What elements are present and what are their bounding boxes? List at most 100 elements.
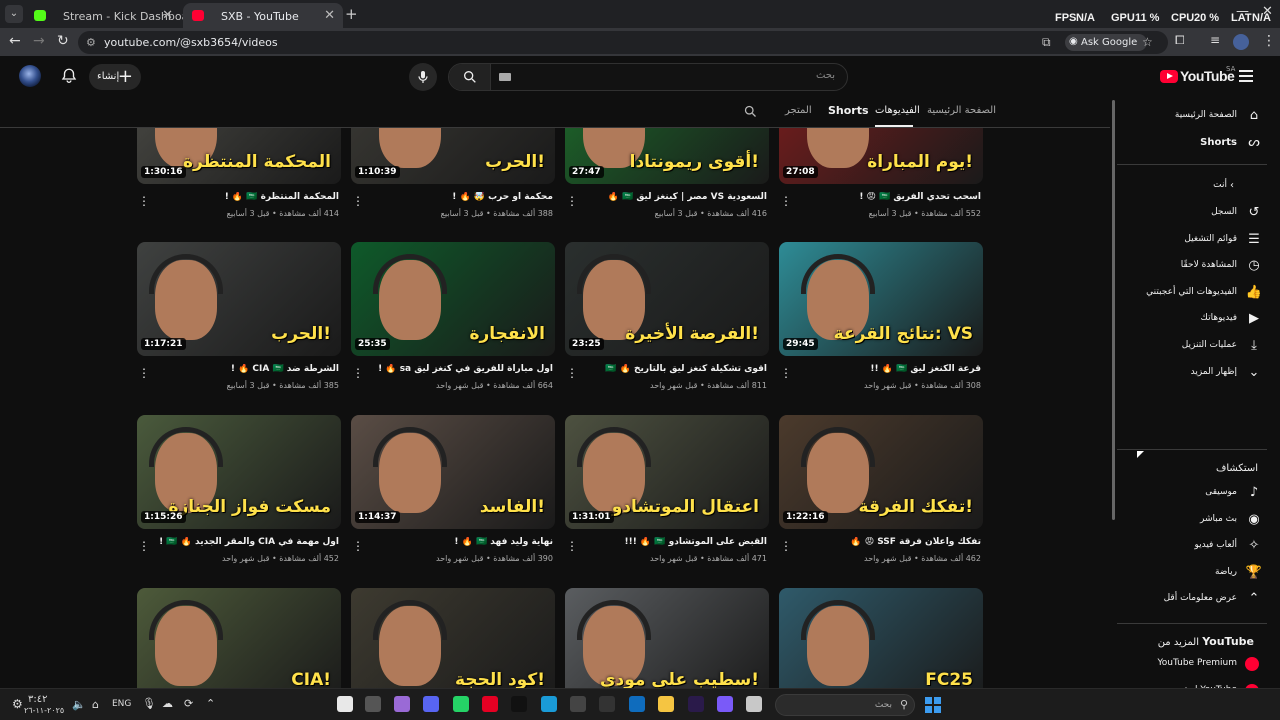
- premiere-icon[interactable]: [688, 696, 704, 712]
- tab-videos[interactable]: الفيديوهات: [875, 105, 920, 116]
- reading-list-icon[interactable]: ≡: [1210, 33, 1220, 47]
- video-card[interactable]: كود الحجة!: [351, 588, 555, 688]
- notifications-icon[interactable]: ⚙: [12, 697, 23, 711]
- whatsapp-icon[interactable]: [453, 696, 469, 712]
- sidebar-item-shorts[interactable]: Shorts ᔕ: [1117, 131, 1267, 155]
- sidebar-item-trophy[interactable]: رياضة 🏆: [1117, 561, 1267, 585]
- pinterest-icon[interactable]: [482, 696, 498, 712]
- windows-start-icon[interactable]: [925, 697, 941, 713]
- more-actions-icon[interactable]: ⋮: [566, 366, 578, 380]
- video-card[interactable]: اعتقال الموتشادو 1:31:01 القبض على الموتشا…: [565, 415, 769, 575]
- browser-menu-icon[interactable]: ⋮: [1262, 33, 1276, 49]
- video-title[interactable]: اول مباراة للفريق في كنغز ليق sa 🔥 !: [367, 364, 553, 374]
- video-card[interactable]: الانفجارة 25:35 اول مباراة للفريق في كنغز …: [351, 242, 555, 402]
- video-thumbnail[interactable]: أقوى ريمونتادا! 27:47: [565, 128, 769, 184]
- tab-store[interactable]: المتجر: [785, 105, 812, 116]
- discord-icon[interactable]: [423, 696, 439, 712]
- steam-icon[interactable]: [365, 696, 381, 712]
- video-thumbnail[interactable]: FC25: [779, 588, 983, 688]
- video-card[interactable]: تفكك الفرقة! 1:22:16 تفكك واعلان فرقة SSF …: [779, 415, 983, 575]
- show-hidden-icons[interactable]: ⌃: [206, 697, 215, 710]
- video-thumbnail[interactable]: الفاسد! 1:14:37: [351, 415, 555, 529]
- cloud-tray-icon[interactable]: ☁: [162, 697, 173, 710]
- video-title[interactable]: محكمة او حرب 🤯 🔥 !: [367, 192, 553, 202]
- tab-youtube[interactable]: SXB - YouTube ✕: [183, 3, 343, 28]
- speaker-icon[interactable]: 🔈: [72, 698, 86, 711]
- search-button[interactable]: [449, 64, 491, 90]
- tab-home[interactable]: الصفحة الرئيسية: [927, 105, 996, 116]
- video-card[interactable]: نتائج القرعة: VS 29:45 قرعة الكنغز ليق 🇸🇦 …: [779, 242, 983, 402]
- close-tab-icon[interactable]: ✕: [162, 8, 173, 23]
- youtube-logo[interactable]: YouTube SA: [1160, 65, 1235, 86]
- video-thumbnail[interactable]: الانفجارة 25:35: [351, 242, 555, 356]
- file-explorer-icon[interactable]: [658, 696, 674, 712]
- sidebar-item-playlists[interactable]: قوائم التشغيل ☰: [1117, 228, 1267, 252]
- video-thumbnail[interactable]: الفرصة الأخيرة! 23:25: [565, 242, 769, 356]
- more-actions-icon[interactable]: ⋮: [780, 539, 792, 553]
- sync-tray-icon[interactable]: ⟳: [184, 697, 193, 710]
- visual-studio-icon[interactable]: [394, 696, 410, 712]
- language-indicator[interactable]: ENG: [112, 699, 131, 709]
- video-thumbnail[interactable]: المحكمة المنتظرة 1:30:16: [137, 128, 341, 184]
- tab-kick-dashboard[interactable]: Stream - Kick Dashboard ✕: [25, 3, 200, 28]
- video-card[interactable]: مسكت فواز الجنازة 1:15:26 اول مهمة في CIA …: [137, 415, 341, 575]
- back-icon[interactable]: ←: [9, 33, 21, 49]
- more-actions-icon[interactable]: ⋮: [780, 366, 792, 380]
- sidebar-item-youtube-app[interactable]: YouTube Premium: [1117, 652, 1267, 676]
- more-actions-icon[interactable]: ⋮: [780, 194, 792, 208]
- video-thumbnail[interactable]: مسكت فواز الجنازة 1:15:26: [137, 415, 341, 529]
- guide-menu-icon[interactable]: [1239, 70, 1253, 82]
- channel-search-icon[interactable]: [743, 104, 758, 119]
- video-title[interactable]: السعودية VS مصر | كينغز ليق 🇸🇦 🔥: [581, 192, 767, 202]
- sidebar-item-home[interactable]: الصفحة الرئيسية ⌂: [1117, 104, 1267, 128]
- create-button[interactable]: إنشاء +: [89, 64, 141, 90]
- install-app-icon[interactable]: ⧉: [1042, 35, 1051, 50]
- sidebar-item-your-videos[interactable]: فيديوهاتك ▶: [1117, 307, 1267, 331]
- video-card[interactable]: المحكمة المنتظرة 1:30:16 المحكمة المنتظرة …: [137, 128, 341, 230]
- tab-shorts[interactable]: Shorts: [828, 104, 869, 117]
- more-actions-icon[interactable]: ⋮: [566, 194, 578, 208]
- video-thumbnail[interactable]: يوم المباراة! 27:08: [779, 128, 983, 184]
- extensions-icon[interactable]: ⧠: [1175, 33, 1185, 48]
- video-card[interactable]: أقوى ريمونتادا! 27:47 السعودية VS مصر | كي…: [565, 128, 769, 230]
- taskbar-search[interactable]: بحث ⚲: [775, 694, 915, 716]
- video-card[interactable]: يوم المباراة! 27:08 اسحب تحدي الفريق 🇸🇦 😡 …: [779, 128, 983, 230]
- ask-google-button[interactable]: ◉ Ask Google: [1065, 34, 1147, 51]
- sidebar-item-history[interactable]: السجل ↺: [1117, 201, 1267, 225]
- sidebar-you-header[interactable]: أنت ‹: [1117, 174, 1267, 198]
- profile-avatar[interactable]: [1233, 34, 1249, 50]
- more-actions-icon[interactable]: ⋮: [352, 539, 364, 553]
- new-tab-button[interactable]: +: [345, 5, 358, 23]
- clock-time[interactable]: ٣:٤٢: [28, 694, 47, 705]
- video-thumbnail[interactable]: نتائج القرعة: VS 29:45: [779, 242, 983, 356]
- outlook-icon[interactable]: [629, 696, 645, 712]
- content-scrollbar[interactable]: [1111, 100, 1116, 688]
- bookmark-star-icon[interactable]: ☆: [1142, 35, 1153, 49]
- sidebar-item-thumbs-up[interactable]: الفيديوهات التي أعجبتني 👍: [1117, 281, 1267, 305]
- video-title[interactable]: قرعة الكنغز ليق 🇸🇦 🔥 !!: [795, 364, 981, 374]
- more-actions-icon[interactable]: ⋮: [352, 194, 364, 208]
- close-window-icon[interactable]: ✕: [1262, 4, 1273, 19]
- video-thumbnail[interactable]: الحرب! 1:17:21: [137, 242, 341, 356]
- video-card[interactable]: الفرصة الأخيرة! 23:25 اقوى تشكيلة كنغز ليق…: [565, 242, 769, 402]
- video-title[interactable]: تفكك واعلان فرقة SSF 😡 🔥: [795, 537, 981, 547]
- video-thumbnail[interactable]: الحرب! 1:10:39: [351, 128, 555, 184]
- account-avatar[interactable]: [19, 65, 41, 87]
- sidebar-item-download[interactable]: عمليات التنزيل ⤓: [1117, 334, 1267, 358]
- sidebar-item-gaming[interactable]: ألعاب فيديو ✧: [1117, 534, 1267, 558]
- sidebar-item-live[interactable]: بث مباشر ◉: [1117, 508, 1267, 532]
- video-thumbnail[interactable]: اعتقال الموتشادو 1:31:01: [565, 415, 769, 529]
- video-card[interactable]: الحرب! 1:10:39 محكمة او حرب 🤯 🔥 ! 388 ألف م…: [351, 128, 555, 230]
- forward-icon[interactable]: →: [33, 33, 45, 49]
- video-thumbnail[interactable]: سطيب على مودي!: [565, 588, 769, 688]
- sidebar-item-clock[interactable]: المشاهدة لاحقًا ◷: [1117, 254, 1267, 278]
- site-info-icon[interactable]: ⚙: [86, 36, 96, 49]
- tab-search-button[interactable]: ⌄: [5, 5, 23, 23]
- video-title[interactable]: اول مهمة في CIA والمقر الجديد 🔥 🇸🇦 !: [153, 537, 339, 547]
- network-icon[interactable]: ⌂: [92, 698, 99, 711]
- more-actions-icon[interactable]: ⋮: [138, 366, 150, 380]
- more-actions-icon[interactable]: ⋮: [566, 539, 578, 553]
- video-card[interactable]: CIA!: [137, 588, 341, 688]
- minimize-icon[interactable]: —: [1236, 4, 1249, 19]
- tiktok-icon[interactable]: [511, 696, 527, 712]
